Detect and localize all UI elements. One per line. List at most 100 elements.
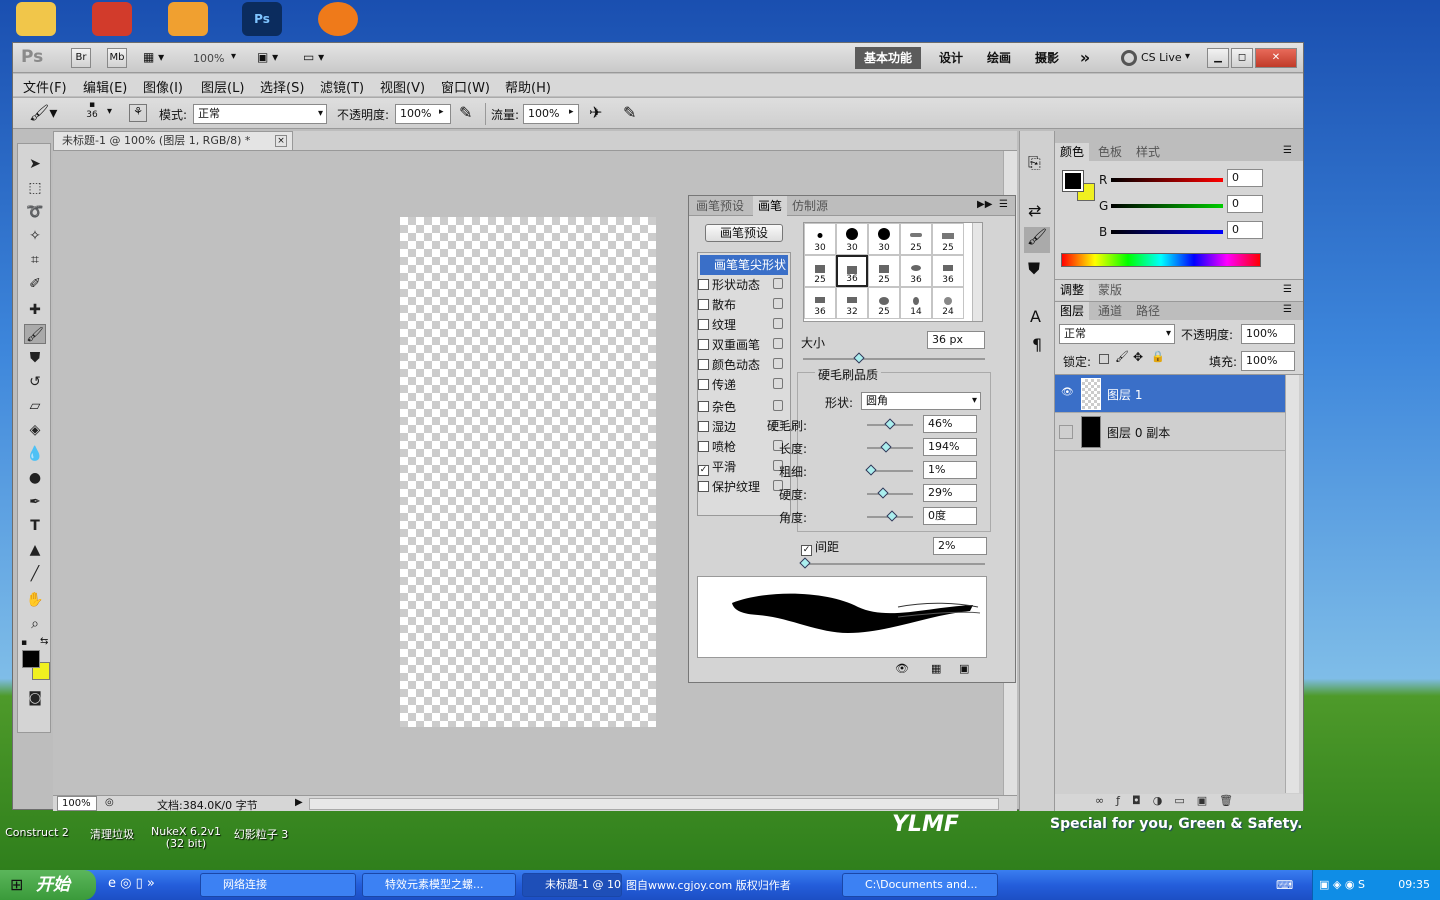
line-tool-icon[interactable]: ╱ xyxy=(24,564,46,584)
marquee-tool-icon[interactable]: ⬚ xyxy=(24,178,46,198)
checkbox[interactable] xyxy=(698,279,709,290)
cslive-label[interactable]: CS Live xyxy=(1141,51,1182,64)
horizontal-scrollbar[interactable] xyxy=(309,798,999,810)
task-effects-model[interactable]: 特效元素模型之螺... xyxy=(362,873,516,897)
cslive-icon[interactable] xyxy=(1121,50,1137,66)
antenna-icon[interactable] xyxy=(92,2,132,36)
spacing-slider[interactable] xyxy=(803,563,985,565)
clone-source-icon[interactable]: ⛊ xyxy=(1028,259,1040,279)
clock[interactable]: 09:35 xyxy=(1398,870,1430,900)
photo-viewer-icon[interactable] xyxy=(168,2,208,36)
quicklaunch-icons[interactable]: e ◎ ▯ » xyxy=(108,876,155,891)
quick-select-tool-icon[interactable]: ✧ xyxy=(24,226,46,246)
history-brush-tool-icon[interactable]: ↺ xyxy=(24,372,46,392)
zoom-tool-icon[interactable]: ⌕ xyxy=(24,614,46,634)
color-spectrum-ramp[interactable] xyxy=(1061,253,1261,267)
menu-window[interactable]: 窗口(W) xyxy=(441,77,490,96)
size-input[interactable]: 36 px xyxy=(927,331,985,349)
maximize-button[interactable]: ◻ xyxy=(1231,48,1253,68)
desktop-icon-label[interactable]: NukeX 6.2v1 (32 bit) xyxy=(150,826,222,850)
minimize-button[interactable]: ▁ xyxy=(1207,48,1229,68)
chevron-down-icon[interactable]: ▾ xyxy=(1185,51,1190,62)
lock-icon[interactable] xyxy=(773,358,783,369)
lock-icon[interactable] xyxy=(773,298,783,309)
visibility-toggle-icon[interactable] xyxy=(1059,425,1073,439)
visibility-eye-icon[interactable]: 👁 xyxy=(1061,387,1074,398)
layer-row[interactable]: 图层 0 副本 xyxy=(1055,413,1285,451)
menu-help[interactable]: 帮助(H) xyxy=(505,77,551,96)
pen-tool-icon[interactable]: ✒ xyxy=(24,492,46,512)
tab-brush-presets[interactable]: 画笔预设 xyxy=(691,196,749,216)
lasso-tool-icon[interactable]: ➰ xyxy=(24,202,46,222)
brush-tip-selected[interactable]: 36 xyxy=(836,255,868,287)
task-network-connections[interactable]: 网络连接 xyxy=(200,873,356,897)
size-slider[interactable] xyxy=(803,358,985,360)
brush-tip[interactable]: 36 xyxy=(932,255,964,287)
close-tab-icon[interactable]: × xyxy=(275,135,287,147)
menu-layer[interactable]: 图层(L) xyxy=(201,77,244,96)
checkbox[interactable] xyxy=(698,359,709,370)
layer-name[interactable]: 图层 1 xyxy=(1107,386,1142,403)
channel-slider-g[interactable] xyxy=(1111,204,1223,208)
brush-tip[interactable]: 36 xyxy=(804,287,836,319)
param-input[interactable]: 0度 xyxy=(923,507,977,525)
quick-mask-icon[interactable]: ◙ xyxy=(24,688,46,708)
brush-tip[interactable]: 36 xyxy=(900,255,932,287)
menu-select[interactable]: 选择(S) xyxy=(260,77,304,96)
lock-icon[interactable] xyxy=(773,338,783,349)
airbrush-icon[interactable]: ✈ xyxy=(589,103,602,122)
menu-image[interactable]: 图像(I) xyxy=(143,77,183,96)
swirl-icon[interactable] xyxy=(318,2,358,36)
param-input[interactable]: 1% xyxy=(923,461,977,479)
desktop-icon-label[interactable]: 幻影粒子 3 xyxy=(226,826,296,842)
checkbox[interactable] xyxy=(698,401,709,412)
spacing-input[interactable]: 2% xyxy=(933,537,987,555)
type-tool-icon[interactable]: T xyxy=(24,516,46,536)
brush-tip[interactable]: 25 xyxy=(868,287,900,319)
checkbox[interactable] xyxy=(698,319,709,330)
tab-styles[interactable]: 样式 xyxy=(1131,143,1165,161)
checkbox[interactable] xyxy=(698,379,709,390)
brush-tip[interactable]: 30 xyxy=(804,223,836,255)
brush-tip[interactable]: 14 xyxy=(900,287,932,319)
tab-masks[interactable]: 蒙版 xyxy=(1093,280,1127,300)
panel-menu-icon[interactable]: ☰ xyxy=(1283,304,1292,315)
desktop-icon-label[interactable]: Construct 2 xyxy=(2,826,72,839)
task-documents-folder[interactable]: C:\Documents and... xyxy=(842,873,998,897)
tab-clone-source[interactable]: 仿制源 xyxy=(787,196,833,216)
collapse-panel-icon[interactable]: ▶▶ xyxy=(977,199,992,210)
eraser-tool-icon[interactable]: ▱ xyxy=(24,396,46,416)
checkbox-checked[interactable]: ✓ xyxy=(698,465,709,476)
fill-input[interactable]: 100% xyxy=(1241,351,1295,371)
swap-colors-icon[interactable]: ⇆ xyxy=(40,636,48,647)
menu-view[interactable]: 视图(V) xyxy=(380,77,425,96)
tray-icons[interactable]: ▣ ◈ ◉ S xyxy=(1319,878,1365,891)
brush-tip[interactable]: 25 xyxy=(868,255,900,287)
menu-filter[interactable]: 滤镜(T) xyxy=(320,77,364,96)
option-brush-tip-shape[interactable]: 画笔笔尖形状 xyxy=(700,255,788,275)
paragraph-panel-icon[interactable]: ¶ xyxy=(1032,335,1042,354)
workspace-design[interactable]: 设计 xyxy=(929,47,973,69)
healing-brush-tool-icon[interactable]: ✚ xyxy=(24,300,46,320)
brush-tip[interactable]: 25 xyxy=(900,223,932,255)
close-button[interactable]: ✕ xyxy=(1255,48,1297,68)
arrange-documents-icon[interactable]: ▣ ▾ xyxy=(257,50,278,64)
document-canvas[interactable] xyxy=(400,217,656,727)
channel-input[interactable]: 0 xyxy=(1227,195,1263,213)
size-slider-knob[interactable] xyxy=(853,352,865,364)
workspace-essentials[interactable]: 基本功能 xyxy=(855,47,921,69)
chevron-down-icon[interactable]: ▾ xyxy=(231,51,236,62)
param-input[interactable]: 194% xyxy=(923,438,977,456)
character-panel-icon[interactable]: A xyxy=(1030,307,1041,326)
tab-brush[interactable]: 画笔 xyxy=(753,196,788,216)
minibridge-button[interactable]: Mb xyxy=(107,48,127,68)
brush-tip[interactable]: 30 xyxy=(836,223,868,255)
layer-opacity-input[interactable]: 100% xyxy=(1241,324,1295,344)
checkbox-checked[interactable]: ✓ xyxy=(801,545,812,556)
tab-color[interactable]: 颜色 xyxy=(1055,143,1090,161)
tips-scrollbar[interactable] xyxy=(972,223,982,321)
document-tab[interactable]: 未标题-1 @ 100% (图层 1, RGB/8) * xyxy=(53,131,293,151)
channel-input[interactable]: 0 xyxy=(1227,169,1263,187)
zoom-level[interactable]: 100% xyxy=(193,52,224,65)
brush-tool-icon[interactable]: 🖌 xyxy=(24,324,46,344)
